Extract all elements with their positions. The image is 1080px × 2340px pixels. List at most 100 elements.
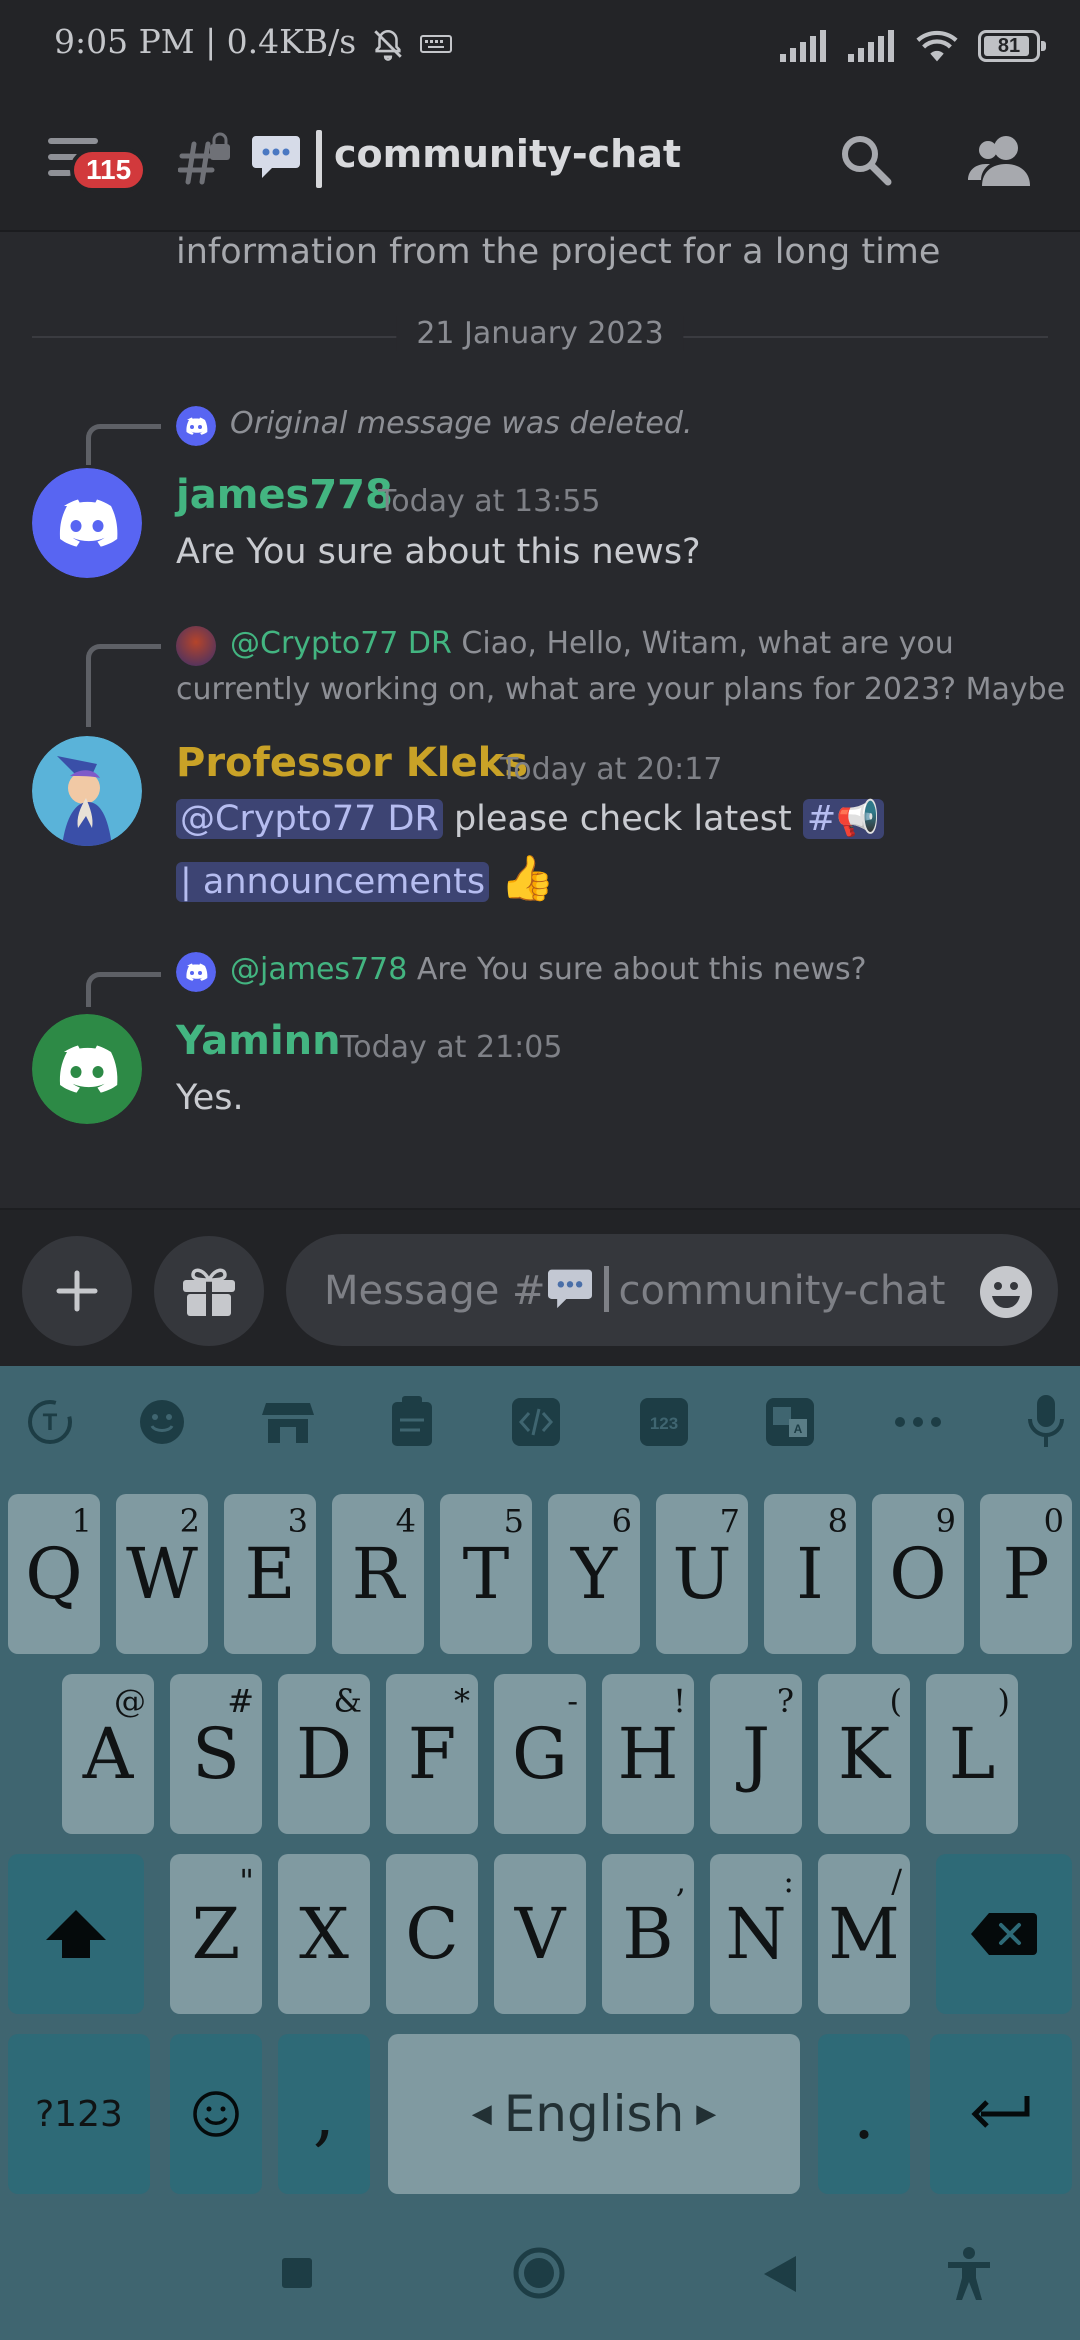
add-attachment-button[interactable]	[22, 1236, 132, 1346]
code-icon[interactable]	[508, 1394, 564, 1450]
emoji-icon[interactable]	[978, 1264, 1034, 1320]
key-b[interactable]: B,	[602, 1854, 694, 2014]
key-y[interactable]: Y6	[548, 1494, 640, 1654]
comma-key[interactable]: ,	[278, 2034, 370, 2194]
key-sub: 6	[611, 1502, 632, 1540]
channel-link[interactable]: | announcements	[176, 862, 490, 902]
clipboard-icon[interactable]	[384, 1394, 440, 1450]
key-j[interactable]: J?	[710, 1674, 802, 1834]
key-sub: *	[454, 1682, 470, 1720]
key-label: L	[948, 1713, 996, 1795]
avatar	[176, 626, 216, 666]
key-e[interactable]: E3	[224, 1494, 316, 1654]
avatar[interactable]	[32, 1014, 142, 1124]
key-sub: !	[673, 1682, 686, 1720]
reply-connector	[86, 972, 161, 1007]
svg-text:A: A	[794, 1422, 803, 1436]
key-label: R	[351, 1533, 405, 1615]
key-c[interactable]: C	[386, 1854, 478, 2014]
shift-key[interactable]	[8, 1854, 144, 2014]
members-icon[interactable]	[968, 132, 1030, 188]
symbols-key[interactable]: ?123	[8, 2034, 150, 2194]
key-s[interactable]: S #	[170, 1674, 262, 1834]
user-mention[interactable]: @Crypto77 DR	[176, 799, 443, 839]
key-k[interactable]: K(	[818, 1674, 910, 1834]
author-name[interactable]: Professor Kleks	[176, 740, 528, 786]
key-sub: #	[227, 1682, 254, 1720]
key-q[interactable]: Q1	[8, 1494, 100, 1654]
channel-name[interactable]: community-chat	[334, 132, 681, 176]
back-icon[interactable]	[760, 2254, 800, 2294]
speech-balloon-icon	[547, 1269, 592, 1309]
status-bar: 9:05 PM | 0.4KB/s 81	[0, 0, 1080, 96]
key-t[interactable]: T5	[440, 1494, 532, 1654]
translate-icon[interactable]: A	[762, 1394, 818, 1450]
store-icon[interactable]	[260, 1394, 316, 1450]
emoji-key[interactable]	[170, 2034, 262, 2194]
period-key-label: .	[852, 2073, 876, 2155]
message-input[interactable]: Message # community-chat	[286, 1234, 1058, 1346]
key-label: W	[126, 1533, 198, 1615]
text-edit-icon[interactable]: T	[22, 1394, 78, 1450]
more-icon[interactable]	[890, 1394, 946, 1450]
message-text: @Crypto77 DR please check latest #📢	[176, 798, 884, 839]
space-key[interactable]: ◀ English ▶	[388, 2034, 800, 2194]
search-icon[interactable]	[838, 132, 894, 188]
author-name[interactable]: james778	[176, 472, 393, 518]
reply-preview[interactable]: Original message was deleted.	[230, 406, 692, 441]
period-key[interactable]: .	[818, 2034, 910, 2194]
key-label: G	[512, 1713, 568, 1795]
key-label: E	[244, 1533, 296, 1615]
reply-preview[interactable]: @james778 Are You sure about this news?	[230, 952, 867, 987]
numbers-icon[interactable]: 123	[636, 1394, 692, 1450]
key-l[interactable]: L)	[926, 1674, 1018, 1834]
avatar[interactable]	[32, 736, 142, 846]
home-icon[interactable]	[512, 2246, 566, 2300]
microphone-icon[interactable]	[1018, 1394, 1074, 1450]
key-label: F	[407, 1713, 457, 1795]
previous-message-text: information from the project for a long …	[176, 232, 941, 272]
key-u[interactable]: U7	[656, 1494, 748, 1654]
key-g[interactable]: G-	[494, 1674, 586, 1834]
key-sub: 0	[1043, 1502, 1064, 1540]
key-d[interactable]: D &	[278, 1674, 370, 1834]
key-w[interactable]: W2	[116, 1494, 208, 1654]
message-text: Are You sure about this news?	[176, 532, 701, 572]
gift-button[interactable]	[154, 1236, 264, 1346]
reply-preview[interactable]: @Crypto77 DR Ciao, Hello, Witam, what ar…	[230, 626, 954, 661]
emoji-icon[interactable]	[134, 1394, 190, 1450]
backspace-key[interactable]	[936, 1854, 1072, 2014]
key-a[interactable]: A @	[62, 1674, 154, 1834]
battery-level: 81	[997, 34, 1021, 57]
key-i[interactable]: I8	[764, 1494, 856, 1654]
message-list[interactable]: information from the project for a long …	[0, 232, 1080, 1208]
key-h[interactable]: H!	[602, 1674, 694, 1834]
smiley-icon	[193, 2091, 239, 2137]
key-r[interactable]: R4	[332, 1494, 424, 1654]
key-p[interactable]: P0	[980, 1494, 1072, 1654]
signal-icon	[780, 30, 826, 62]
key-m[interactable]: M /	[818, 1854, 910, 2014]
soft-keyboard: T 123 A Q1 W2 E3 R4 T5 Y6 U7 I8 O9 P 0 A…	[0, 1366, 1080, 2208]
key-f[interactable]: F *	[386, 1674, 478, 1834]
wifi-icon	[916, 30, 958, 62]
key-n[interactable]: N:	[710, 1854, 802, 2014]
key-sub: ,	[675, 1862, 686, 1900]
accessibility-icon[interactable]	[944, 2246, 994, 2302]
megaphone-icon: 📢	[836, 799, 880, 839]
key-z[interactable]: Z "	[170, 1854, 262, 2014]
key-o[interactable]: O9	[872, 1494, 964, 1654]
key-label: Y	[570, 1533, 618, 1615]
channel-link-name: announcements	[202, 862, 486, 902]
message-text: Yes.	[176, 1078, 244, 1118]
channel-link[interactable]: #📢	[802, 799, 884, 839]
message-text-continued: | announcements 👍	[176, 852, 555, 904]
recents-icon[interactable]	[280, 2256, 314, 2290]
key-sub: (	[889, 1682, 902, 1720]
enter-key[interactable]	[930, 2034, 1072, 2194]
key-v[interactable]: V	[494, 1854, 586, 2014]
keyboard-icon	[420, 35, 453, 53]
avatar[interactable]	[32, 468, 142, 578]
key-x[interactable]: X	[278, 1854, 370, 2014]
author-name[interactable]: Yaminn	[176, 1018, 341, 1064]
